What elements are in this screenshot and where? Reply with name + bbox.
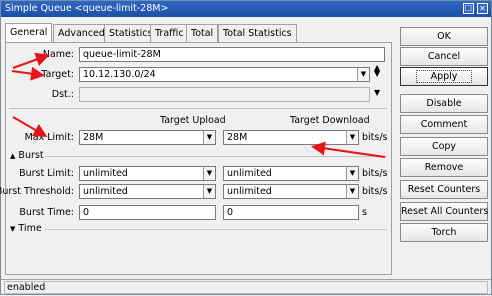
burst-threshold-upload-dropdown-icon[interactable]: ▼ bbox=[203, 185, 215, 198]
target-updown-icon[interactable]: ▲ ▼ bbox=[374, 64, 380, 78]
remove-button[interactable]: Remove bbox=[400, 158, 488, 177]
apply-button-label: Apply bbox=[415, 70, 473, 83]
burst-divider bbox=[45, 156, 387, 157]
status-bar: enabled bbox=[1, 279, 491, 294]
target-dropdown-icon[interactable]: ▼ bbox=[357, 68, 369, 81]
close-icon[interactable]: ✕ bbox=[477, 3, 488, 14]
burst-threshold-upload-input[interactable]: unlimited ▼ bbox=[79, 184, 216, 199]
comment-button[interactable]: Comment bbox=[400, 115, 488, 134]
expand-icon: ▼ bbox=[10, 225, 16, 233]
burst-threshold-download-value: unlimited bbox=[227, 186, 272, 197]
burst-limit-upload-dropdown-icon[interactable]: ▼ bbox=[203, 167, 215, 180]
dst-input[interactable] bbox=[79, 87, 370, 102]
reset-all-counters-button[interactable]: Reset All Counters bbox=[400, 202, 488, 221]
max-limit-download-dropdown-icon[interactable]: ▼ bbox=[346, 131, 358, 144]
disable-button[interactable]: Disable bbox=[400, 94, 488, 113]
burst-section-label: Burst bbox=[18, 150, 44, 161]
burst-limit-download-dropdown-icon[interactable]: ▼ bbox=[346, 167, 358, 180]
reset-counters-button[interactable]: Reset Counters bbox=[400, 180, 488, 199]
burst-threshold-download-input[interactable]: unlimited ▼ bbox=[223, 184, 359, 199]
burst-time-upload-input[interactable]: 0 bbox=[79, 205, 216, 220]
name-label: Name: bbox=[42, 49, 74, 60]
name-input[interactable]: queue-limit-28M bbox=[79, 47, 385, 62]
copy-button[interactable]: Copy bbox=[400, 137, 488, 156]
max-limit-upload-value: 28M bbox=[83, 132, 104, 143]
max-limit-unit: bits/s bbox=[362, 132, 388, 143]
burst-section-toggle[interactable]: ▲ Burst bbox=[10, 150, 44, 161]
ok-button[interactable]: OK bbox=[400, 27, 488, 46]
dst-dropdown-icon[interactable]: ▼ bbox=[374, 88, 380, 97]
tab-total-statistics[interactable]: Total Statistics bbox=[218, 24, 297, 42]
burst-time-unit: s bbox=[362, 207, 367, 218]
max-limit-download-value: 28M bbox=[227, 132, 248, 143]
simple-queue-window: Simple Queue <queue-limit-28M> ☐ ✕ Gener… bbox=[0, 0, 492, 295]
time-divider bbox=[45, 229, 387, 230]
target-value: 10.12.130.0/24 bbox=[83, 69, 156, 80]
target-upload-header: Target Upload bbox=[160, 115, 226, 126]
status-text: enabled bbox=[4, 281, 488, 294]
time-section-label: Time bbox=[18, 223, 42, 234]
divider bbox=[9, 108, 387, 109]
target-download-header: Target Download bbox=[290, 115, 370, 126]
tab-total[interactable]: Total bbox=[186, 24, 219, 42]
torch-button[interactable]: Torch bbox=[400, 223, 488, 242]
burst-threshold-upload-value: unlimited bbox=[83, 186, 128, 197]
burst-limit-download-input[interactable]: unlimited ▼ bbox=[223, 166, 359, 181]
max-limit-download-input[interactable]: 28M ▼ bbox=[223, 130, 359, 145]
tab-advanced[interactable]: Advanced bbox=[53, 24, 110, 42]
burst-limit-label: Burst Limit: bbox=[19, 168, 74, 179]
burst-threshold-label: Burst Threshold: bbox=[0, 186, 74, 197]
time-section-toggle[interactable]: ▼ Time bbox=[10, 223, 42, 234]
maximize-icon[interactable]: ☐ bbox=[463, 3, 474, 14]
tab-traffic[interactable]: Traffic bbox=[150, 24, 189, 42]
cancel-button[interactable]: Cancel bbox=[400, 47, 488, 66]
burst-time-download-input[interactable]: 0 bbox=[223, 205, 359, 220]
title-bar: Simple Queue <queue-limit-28M> ☐ ✕ bbox=[1, 1, 491, 17]
dst-label: Dst.: bbox=[51, 89, 74, 100]
burst-threshold-unit: bits/s bbox=[362, 186, 388, 197]
collapse-icon: ▲ bbox=[10, 152, 16, 160]
tab-general[interactable]: General bbox=[5, 23, 53, 42]
target-input[interactable]: 10.12.130.0/24 ▼ bbox=[79, 67, 370, 82]
window-title: Simple Queue <queue-limit-28M> bbox=[5, 3, 169, 14]
target-label: Target: bbox=[41, 69, 74, 80]
burst-limit-unit: bits/s bbox=[362, 168, 388, 179]
burst-time-label: Burst Time: bbox=[19, 207, 74, 218]
burst-threshold-download-dropdown-icon[interactable]: ▼ bbox=[346, 185, 358, 198]
max-limit-upload-input[interactable]: 28M ▼ bbox=[79, 130, 216, 145]
max-limit-label: Max Limit: bbox=[24, 132, 74, 143]
apply-button[interactable]: Apply bbox=[400, 67, 488, 86]
burst-limit-download-value: unlimited bbox=[227, 168, 272, 179]
max-limit-upload-dropdown-icon[interactable]: ▼ bbox=[203, 131, 215, 144]
burst-limit-upload-value: unlimited bbox=[83, 168, 128, 179]
burst-limit-upload-input[interactable]: unlimited ▼ bbox=[79, 166, 216, 181]
